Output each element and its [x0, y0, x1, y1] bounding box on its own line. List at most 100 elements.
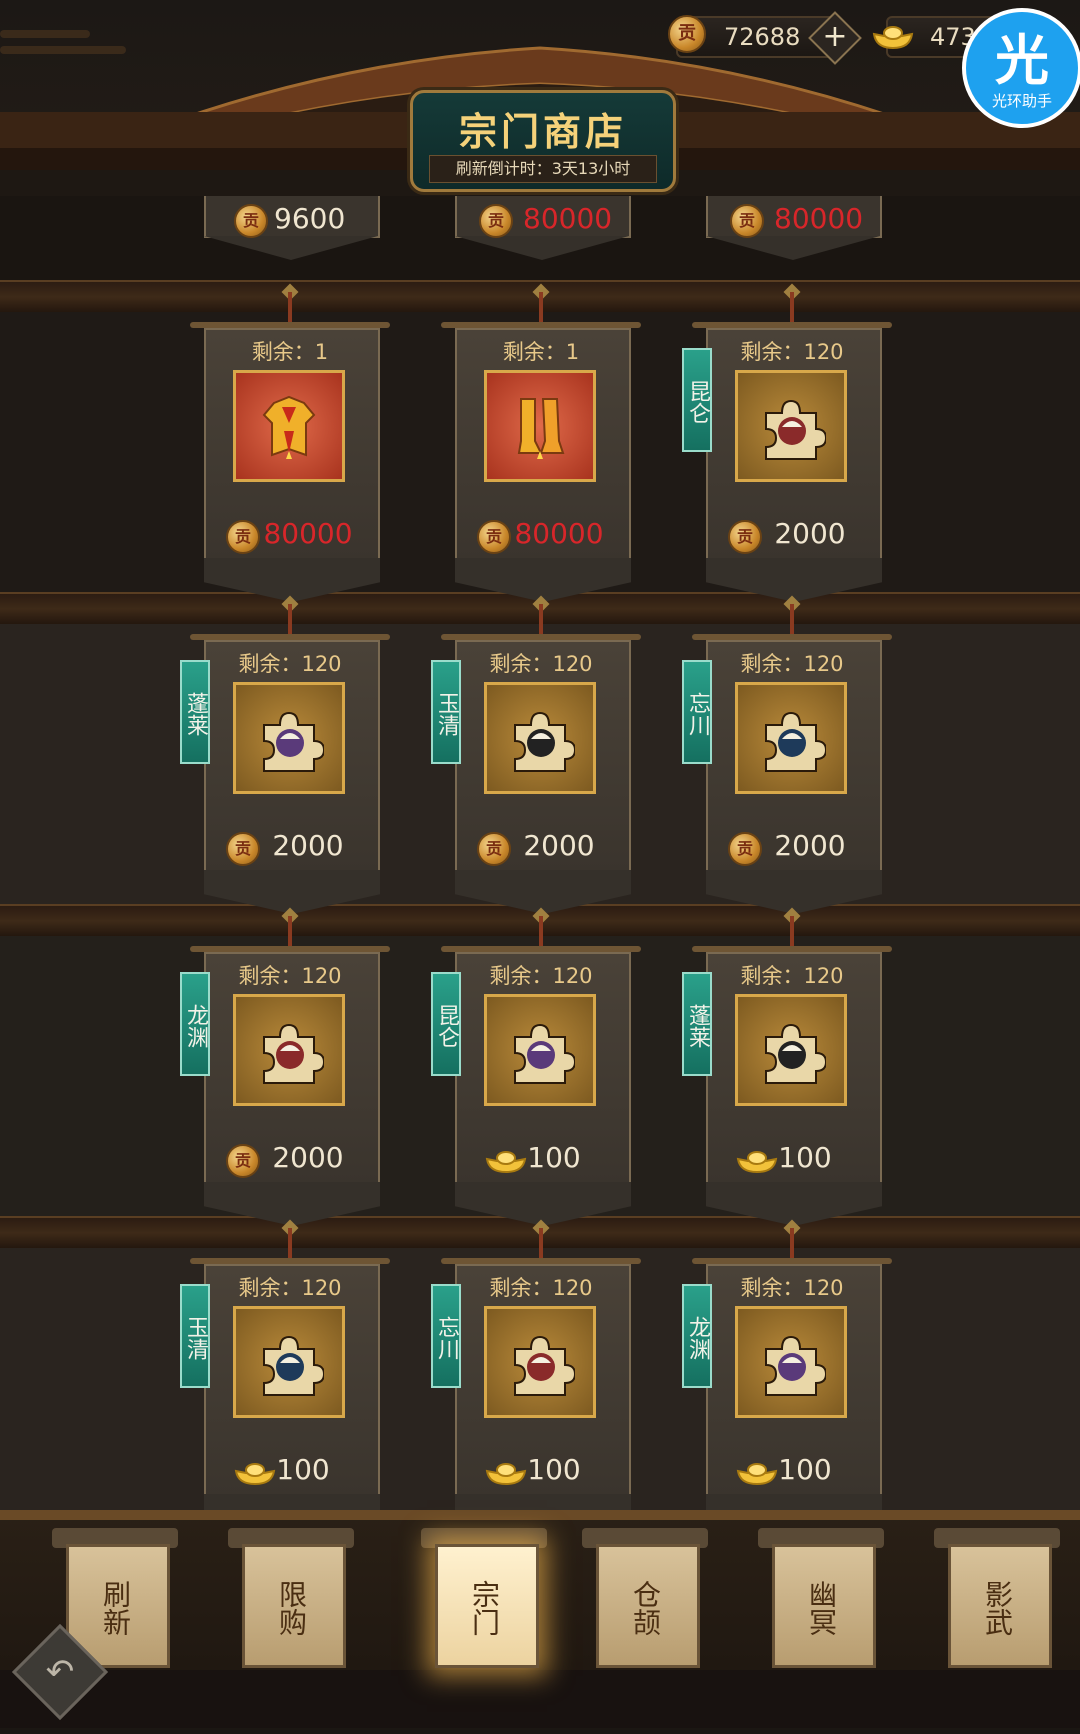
- hanger-string: [790, 916, 794, 950]
- item-frame[interactable]: [233, 994, 345, 1106]
- banner-tail: [455, 870, 631, 914]
- item-frame[interactable]: [233, 682, 345, 794]
- item-price: 2000: [774, 517, 846, 550]
- tab-3[interactable]: 仓颉: [582, 1528, 708, 1668]
- item-price: 2000: [523, 829, 595, 862]
- item-frame[interactable]: [233, 1306, 345, 1418]
- item-price: 100: [778, 1141, 832, 1174]
- item-frame[interactable]: [484, 1306, 596, 1418]
- hero-fragment-icon: [263, 1023, 324, 1084]
- shop-item[interactable]: 蓬莱 剩余：120 100: [682, 907, 892, 1226]
- plus-icon: +: [822, 19, 848, 54]
- hanger-string: [288, 1228, 292, 1262]
- gold-ingot-icon: [872, 26, 914, 50]
- assistant-watermark[interactable]: 光 光环助手: [962, 8, 1080, 128]
- hanger-string: [539, 292, 543, 326]
- watermark-label: 光环助手: [991, 92, 1052, 110]
- hero-fragment-icon: [765, 1023, 826, 1084]
- page-title: 宗门商店: [458, 109, 627, 154]
- remaining-count: 剩余：120: [740, 1276, 844, 1300]
- armor-icon: [262, 395, 316, 459]
- tab-label: 宗门: [468, 1580, 501, 1636]
- item-frame[interactable]: [233, 370, 345, 482]
- contribution-balance: 72688: [724, 23, 801, 51]
- item-price: 100: [527, 1141, 581, 1174]
- hero-fragment-icon: [263, 1335, 324, 1396]
- partial-item-2[interactable]: 贡 80000: [706, 196, 882, 260]
- hanger-string: [288, 292, 292, 326]
- shop-item[interactable]: 昆仑 剩余：120 100: [431, 907, 641, 1226]
- remaining-count: 剩余：120: [238, 1276, 342, 1300]
- item-frame[interactable]: [484, 370, 596, 482]
- remaining-count: 剩余：120: [740, 964, 844, 988]
- remaining-count: 剩余：120: [740, 340, 844, 364]
- tab-label: 幽冥: [805, 1580, 838, 1636]
- banner-tail: [204, 870, 380, 914]
- hanger-string: [790, 292, 794, 326]
- remaining-count: 剩余：120: [740, 652, 844, 676]
- remaining-count: 剩余：1: [502, 340, 580, 364]
- hanger-string: [790, 1228, 794, 1262]
- tab-1[interactable]: 限购: [228, 1528, 354, 1668]
- contribution-coin-icon: 贡: [668, 15, 706, 53]
- item-price: 80000: [774, 202, 864, 235]
- remaining-count: 剩余：120: [238, 652, 342, 676]
- shop-item[interactable]: 剩余：1 贡 80000: [190, 283, 390, 602]
- hero-fragment-icon: [263, 711, 324, 772]
- shop-item[interactable]: 龙渊 剩余：120 100: [682, 1219, 892, 1538]
- banner-tail: [204, 558, 380, 602]
- item-frame[interactable]: [735, 1306, 847, 1418]
- item-price: 80000: [263, 517, 353, 550]
- tab-5[interactable]: 影武: [934, 1528, 1060, 1668]
- shop-item[interactable]: 忘川 剩余：120 100: [431, 1219, 641, 1538]
- remaining-count: 剩余：120: [489, 652, 593, 676]
- hanger-string: [539, 916, 543, 950]
- item-frame[interactable]: [484, 994, 596, 1106]
- hero-fragment-icon: [765, 1335, 826, 1396]
- item-price: 100: [778, 1453, 832, 1486]
- shop-item[interactable]: 玉清 剩余：120 100: [180, 1219, 390, 1538]
- shop-item[interactable]: 剩余：1 贡 80000: [441, 283, 641, 602]
- hero-fragment-icon: [514, 1023, 575, 1084]
- shop-item[interactable]: 玉清 剩余：120 贡 2000: [431, 595, 641, 914]
- contribution-coin-icon: 贡: [234, 204, 268, 238]
- remaining-count: 剩余：120: [489, 964, 593, 988]
- item-price: 9600: [274, 202, 346, 235]
- item-frame[interactable]: [484, 682, 596, 794]
- contribution-coin-icon: 贡: [479, 204, 513, 238]
- remaining-count: 剩余：120: [489, 1276, 593, 1300]
- title-plaque: 宗门商店 刷新倒计时：3天13小时: [410, 90, 676, 192]
- item-frame[interactable]: [735, 370, 847, 482]
- back-arrow-icon: ↶: [45, 1652, 75, 1692]
- tab-label: 影武: [981, 1580, 1014, 1636]
- item-price: 2000: [272, 1141, 344, 1174]
- item-frame[interactable]: [735, 994, 847, 1106]
- top-bar: 贡 72688 + 473 宗门商店 刷新倒计时：3天13小时: [0, 0, 1080, 200]
- banner-tail: [455, 558, 631, 602]
- partial-item-0[interactable]: 贡 9600: [204, 196, 380, 260]
- item-price: 2000: [272, 829, 344, 862]
- item-price: 100: [276, 1453, 330, 1486]
- contribution-coin-icon: 贡: [730, 204, 764, 238]
- shop-item[interactable]: 龙渊 剩余：120 贡 2000: [180, 907, 390, 1226]
- hero-fragment-icon: [765, 399, 826, 460]
- tab-label: 限购: [275, 1580, 308, 1636]
- shop-item[interactable]: 蓬莱 剩余：120 贡 2000: [180, 595, 390, 914]
- hanger-string: [288, 604, 292, 638]
- watermark-logo-icon: 光: [995, 29, 1049, 92]
- tab-2[interactable]: 宗门: [421, 1528, 547, 1668]
- tab-label: 刷新: [99, 1580, 132, 1636]
- banner-tail: [706, 558, 882, 602]
- partial-item-1[interactable]: 贡 80000: [455, 196, 631, 260]
- hero-fragment-icon: [765, 711, 826, 772]
- item-price: 2000: [774, 829, 846, 862]
- banner-tail: [706, 1182, 882, 1226]
- item-price: 80000: [523, 202, 613, 235]
- shop-item[interactable]: 昆仑 剩余：120 贡 2000: [682, 283, 892, 602]
- banner-tail: [706, 870, 882, 914]
- tab-4[interactable]: 幽冥: [758, 1528, 884, 1668]
- item-frame[interactable]: [735, 682, 847, 794]
- item-price: 80000: [514, 517, 604, 550]
- shop-item[interactable]: 忘川 剩余：120 贡 2000: [682, 595, 892, 914]
- hero-fragment-icon: [514, 1335, 575, 1396]
